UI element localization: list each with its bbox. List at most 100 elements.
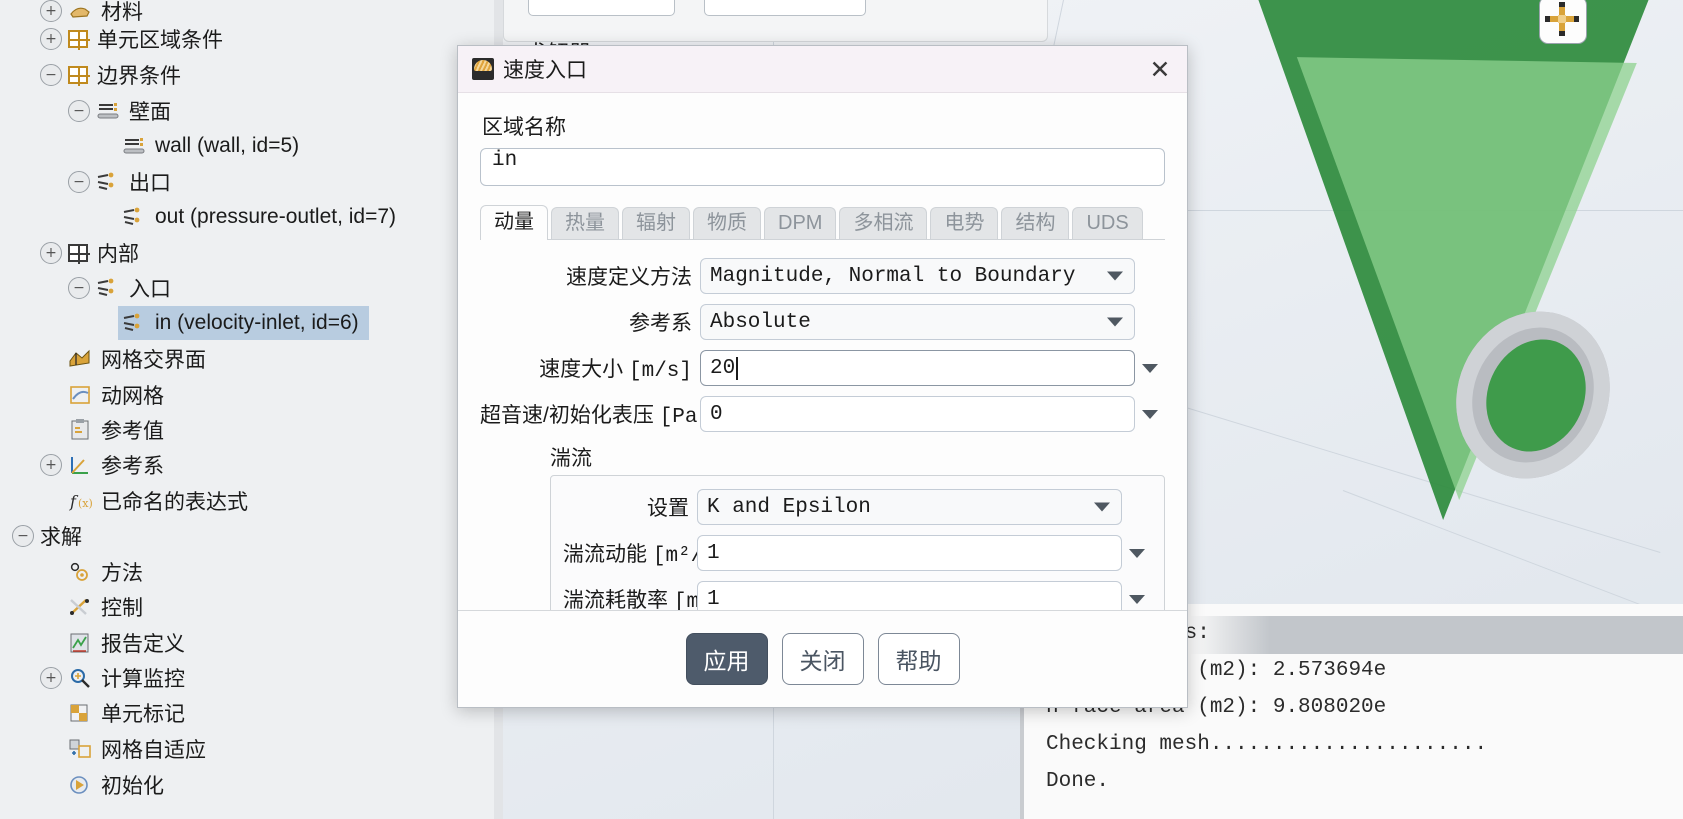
tke-menu-button[interactable] [1122, 548, 1152, 558]
tree-item-mesh-adaption[interactable]: 网格自适应 [68, 732, 206, 766]
close-icon[interactable]: ✕ [1143, 53, 1177, 85]
reference-frame-label: 参考系 [629, 312, 692, 335]
chevron-down-icon[interactable] [1107, 317, 1123, 327]
tree-item-label: 入口 [129, 278, 171, 301]
expand-icon[interactable]: + [40, 242, 62, 264]
velocity-inlet-icon [472, 58, 494, 80]
turbulence-method-value: K and Epsilon [707, 495, 871, 519]
tree-item-reference-values[interactable]: 参考值 [68, 413, 164, 447]
tree-item-label: 单元标记 [101, 703, 185, 726]
toolbar-field-1[interactable] [528, 0, 675, 16]
text-caret [736, 356, 738, 380]
outline-tree[interactable]: + 材料 + 单元区域条件 − 边界条件 − 壁面 wall (wall, id… [0, 0, 503, 819]
velocity-magnitude-unit: [m/s] [628, 360, 692, 383]
zone-name-input[interactable]: in [480, 148, 1165, 186]
axes-icon [68, 454, 92, 476]
chevron-down-icon[interactable] [1129, 548, 1145, 558]
chevron-down-icon[interactable] [1129, 594, 1145, 604]
dialog-tabs[interactable]: 动量 热量 辐射 物质 DPM 多相流 电势 结构 UDS [480, 205, 1165, 240]
collapse-icon[interactable]: − [68, 171, 90, 193]
tree-item-cell-registers[interactable]: 单元标记 [68, 696, 185, 730]
close-button[interactable]: 关闭 [781, 633, 864, 685]
expand-icon[interactable]: + [40, 667, 62, 689]
dialog-titlebar[interactable]: 速度入口 ✕ [458, 46, 1187, 93]
tree-item-dynamic-mesh[interactable]: 动网格 [68, 378, 164, 412]
tab-potential[interactable]: 电势 [930, 207, 999, 239]
tab-radiation[interactable]: 辐射 [622, 207, 690, 239]
supersonic-pressure-row: 超音速/初始化表压 [Pa] 0 [480, 396, 1165, 432]
tree-item-monitors[interactable]: + 计算监控 [40, 661, 185, 695]
tab-uds[interactable]: UDS [1072, 207, 1143, 239]
tree-item-outlet-group[interactable]: − 出口 [68, 165, 171, 199]
expand-icon[interactable]: + [40, 28, 62, 50]
help-button[interactable]: 帮助 [877, 633, 960, 685]
tree-item-label: 计算监控 [101, 668, 185, 691]
supersonic-pressure-input[interactable]: 0 [700, 396, 1135, 432]
tree-item-label: 边界条件 [97, 65, 181, 88]
velocity-magnitude-input[interactable]: 20 [700, 350, 1135, 386]
tree-item-boundary-conditions[interactable]: − 边界条件 [40, 58, 181, 92]
tree-item-initialization[interactable]: 初始化 [68, 768, 164, 802]
velocity-spec-dropdown[interactable]: Magnitude, Normal to Boundary [700, 258, 1135, 294]
report-icon [68, 632, 92, 654]
tdr-menu-button[interactable] [1122, 594, 1152, 604]
tree-item-label: out (pressure-outlet, id=7) [155, 205, 397, 228]
supersonic-pressure-label: 超音速/初始化表压 [Pa] [480, 399, 710, 429]
collapse-icon[interactable]: − [68, 277, 90, 299]
tree-item-cell-zone-conditions[interactable]: + 单元区域条件 [40, 22, 223, 56]
turbulent-kinetic-energy-label: 湍流动能 [m²/s²] [563, 538, 741, 568]
tree-item-named-expressions[interactable]: f (x) 已命名的表达式 [68, 484, 248, 518]
interface-icon [68, 348, 92, 370]
expand-icon[interactable]: + [40, 0, 62, 22]
clipboard-icon [68, 419, 92, 441]
tree-item-methods[interactable]: 方法 [68, 555, 143, 589]
apply-button[interactable]: 应用 [685, 633, 768, 685]
tree-item-label: 参考系 [101, 455, 164, 478]
collapse-icon[interactable]: − [40, 64, 62, 86]
tree-item-wall-group[interactable]: − 壁面 [68, 94, 171, 128]
chevron-down-icon[interactable] [1142, 363, 1158, 373]
turbulent-kinetic-energy-row: 湍流动能 [m²/s²] 1 [563, 535, 1152, 571]
tab-multiphase[interactable]: 多相流 [839, 207, 928, 239]
tree-item-label: 网格交界面 [101, 349, 206, 372]
tree-item-interior[interactable]: + 内部 [40, 236, 139, 270]
reference-frame-dropdown[interactable]: Absolute [700, 304, 1135, 340]
chevron-down-icon[interactable] [1142, 409, 1158, 419]
tree-item-solution[interactable]: − 求解 [12, 519, 82, 553]
velocity-inlet-dialog[interactable]: 速度入口 ✕ 区域名称 in 动量 热量 辐射 物质 DPM 多相流 电势 结构… [457, 45, 1188, 708]
tab-thermal[interactable]: 热量 [551, 207, 619, 239]
tree-item-out-7[interactable]: out (pressure-outlet, id=7) [122, 200, 396, 234]
flow-icon [122, 206, 146, 228]
collapse-icon[interactable]: − [12, 525, 34, 547]
method-icon [68, 561, 92, 583]
axis-move-icon[interactable] [1539, 0, 1587, 44]
tab-dpm[interactable]: DPM [764, 207, 837, 239]
svg-text:(x): (x) [78, 497, 92, 510]
tree-item-in-6[interactable]: in (velocity-inlet, id=6) [118, 306, 369, 340]
tree-item-wall-5[interactable]: wall (wall, id=5) [122, 129, 299, 163]
turbulent-kinetic-energy-input[interactable]: 1 [697, 535, 1122, 571]
grid-icon [68, 30, 90, 50]
tab-structure[interactable]: 结构 [1001, 207, 1070, 239]
toolbar-field-2[interactable] [704, 0, 866, 16]
chevron-down-icon[interactable] [1107, 271, 1123, 281]
tree-item-reference-frames[interactable]: + 参考系 [40, 448, 164, 482]
collapse-icon[interactable]: − [68, 100, 90, 122]
init-icon [68, 774, 92, 796]
supersonic-pressure-menu-button[interactable] [1135, 409, 1165, 419]
fx-icon: f (x) [68, 490, 93, 512]
tree-item-controls[interactable]: 控制 [68, 590, 143, 624]
tree-item-inlet-group[interactable]: − 入口 [68, 271, 171, 305]
tree-item-label: 出口 [129, 172, 171, 195]
reference-frame-row: 参考系 Absolute [480, 304, 1165, 340]
tab-momentum[interactable]: 动量 [480, 205, 548, 240]
tree-item-mesh-interfaces[interactable]: 网格交界面 [68, 342, 206, 376]
tdr-label-text: 湍流耗散率 [563, 589, 668, 612]
adapt-icon [68, 738, 92, 760]
velocity-magnitude-menu-button[interactable] [1135, 363, 1165, 373]
tree-item-report-definitions[interactable]: 报告定义 [68, 626, 185, 660]
chevron-down-icon[interactable] [1094, 502, 1110, 512]
tab-species[interactable]: 物质 [693, 207, 761, 239]
turbulence-method-dropdown[interactable]: K and Epsilon [697, 489, 1122, 525]
expand-icon[interactable]: + [40, 454, 62, 476]
